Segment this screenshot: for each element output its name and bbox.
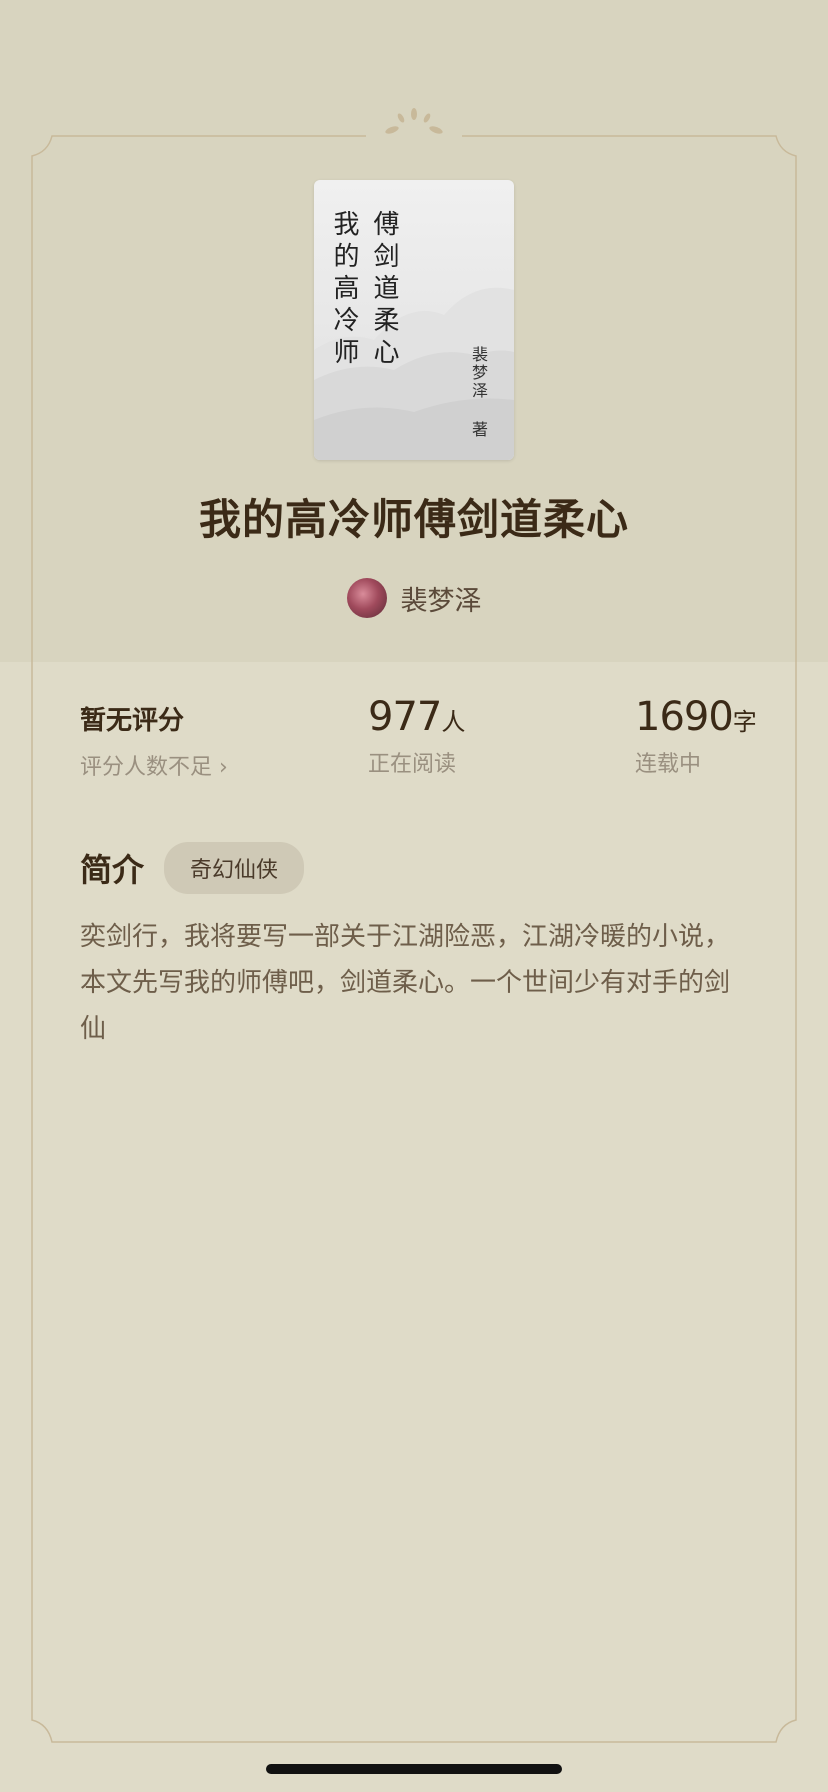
book-title: 我的高冷师傅剑道柔心 [198, 495, 629, 544]
readers-subtitle: 正在阅读 [368, 752, 457, 777]
author-name: 裴梦泽 [400, 585, 482, 617]
book-cover[interactable]: 傅剑道柔心 我的高冷师 裴梦泽 著 [314, 180, 514, 460]
words-stat: 1690字 连载中 [635, 694, 757, 778]
genre-tag[interactable]: 奇幻仙侠 [164, 842, 305, 894]
cover-title: 傅剑道柔心 我的高冷师 [329, 210, 399, 370]
intro-heading: 简介 [80, 851, 145, 889]
word-unit: 字 [732, 708, 757, 736]
word-count: 1690 [635, 694, 734, 740]
rating-title: 暂无评分 [80, 706, 185, 736]
rating-stat[interactable]: 暂无评分 评分人数不足 › [80, 700, 228, 781]
rating-subtitle: 评分人数不足 › [80, 755, 228, 780]
ornament-icon [385, 108, 443, 134]
home-indicator[interactable] [266, 1764, 562, 1774]
cover-author: 裴梦泽 著 [469, 346, 488, 439]
author-link[interactable]: 裴梦泽 [0, 578, 828, 618]
intro-text: 奕剑行，我将要写一部关于江湖险恶，江湖冷暖的小说，本文先写我的师傅吧，剑道柔心。… [80, 922, 731, 1044]
readers-count: 977 [368, 694, 442, 740]
serial-status: 连载中 [635, 752, 702, 777]
intro-header: 简介 奇幻仙侠 [80, 842, 305, 894]
readers-unit: 人 [441, 708, 466, 736]
readers-stat: 977人 正在阅读 [368, 694, 465, 778]
avatar[interactable] [346, 578, 387, 618]
